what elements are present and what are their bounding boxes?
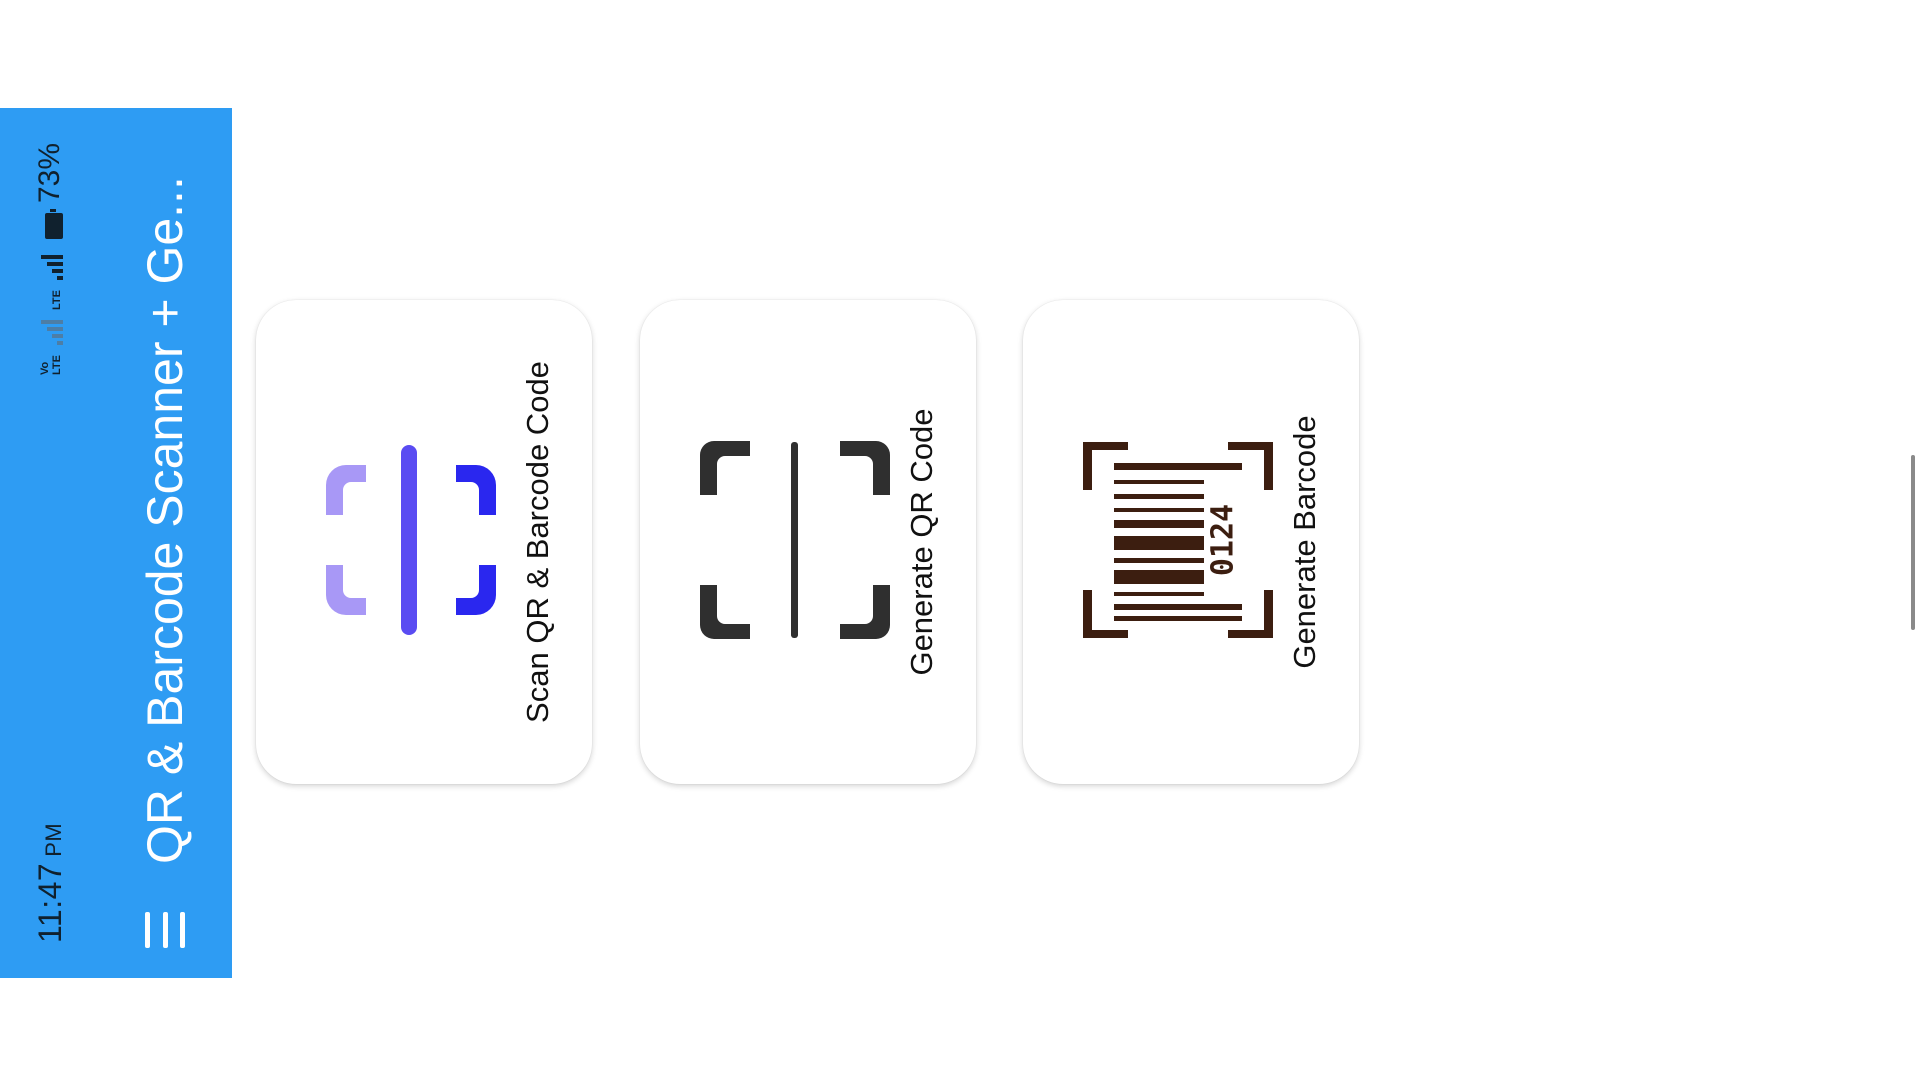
- app-bar-content: 11:47 PM Vo LTE LTE 73% QR & Barcode Scan…: [0, 108, 232, 978]
- app-bar: 11:47 PM Vo LTE LTE 73% QR & Barcode Scan…: [0, 108, 232, 978]
- scan-card-label: Scan QR & Barcode Code: [520, 361, 555, 723]
- volte-bottom-label: LTE: [51, 355, 63, 375]
- status-icons: Vo LTE LTE: [37, 213, 63, 375]
- qr-frame-icon: [700, 441, 890, 639]
- scan-qr-barcode-card[interactable]: Scan QR & Barcode Code: [256, 300, 592, 784]
- signal-icon-sim1: [37, 320, 63, 346]
- toolbar: QR & Barcode Scanner + Ge...: [110, 108, 220, 978]
- barcode-icon: 0124: [1083, 442, 1273, 638]
- generate-barcode-card[interactable]: 0124 Generate Barcode: [1023, 300, 1359, 784]
- status-bar: 11:47 PM Vo LTE LTE 73%: [0, 108, 100, 978]
- app-title: QR & Barcode Scanner + Ge...: [137, 176, 193, 864]
- status-time-value: 11:47: [31, 862, 68, 943]
- generate-qr-card[interactable]: Generate QR Code: [640, 300, 976, 784]
- scrollbar[interactable]: [1911, 455, 1915, 630]
- battery-percentage: 73%: [33, 143, 66, 204]
- volte-top-label: Vo: [39, 361, 51, 375]
- volte-icon: Vo LTE: [39, 355, 63, 375]
- signal-icon-sim2: [37, 255, 63, 281]
- generate-barcode-card-label: Generate Barcode: [1287, 415, 1322, 669]
- status-time: 11:47 PM: [32, 823, 69, 943]
- status-ampm: PM: [40, 822, 66, 857]
- lte-label: LTE: [51, 290, 63, 311]
- battery-icon: [45, 213, 63, 240]
- hamburger-menu-icon[interactable]: [145, 912, 185, 948]
- generate-qr-card-label: Generate QR Code: [904, 408, 939, 676]
- barcode-digits: 0124: [1206, 504, 1241, 576]
- scan-frame-icon: [326, 445, 496, 635]
